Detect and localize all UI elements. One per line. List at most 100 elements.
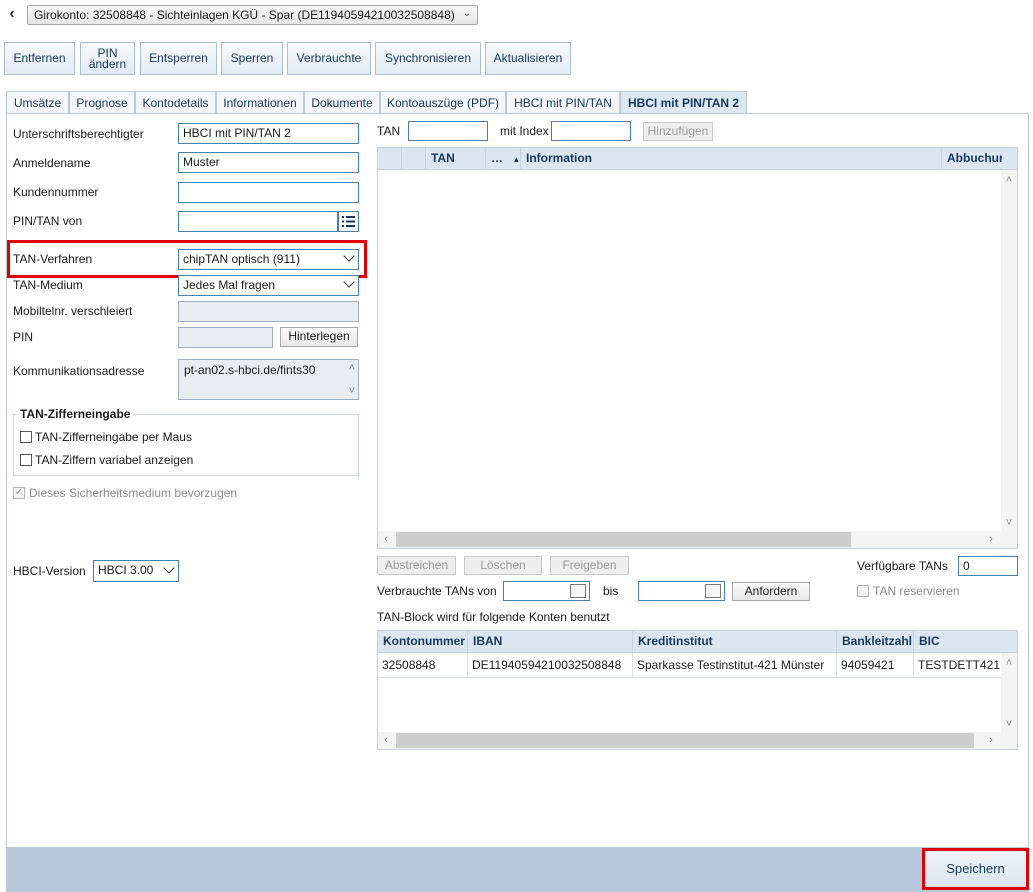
col-information[interactable]: Information (521, 148, 942, 170)
bis-label: bis (603, 584, 619, 598)
tab-informationen[interactable]: Informationen (216, 91, 304, 114)
calendar-icon[interactable] (705, 584, 721, 598)
col-select (378, 148, 402, 170)
komm-value: pt-an02.s-hbci.de/fints30 (184, 363, 316, 377)
tab-kontoauszuege[interactable]: Kontoauszüge (PDF) (380, 91, 506, 114)
tab-hbci-pintan-2[interactable]: HBCI mit PIN/TAN 2 (620, 91, 747, 114)
back-button[interactable]: ‹ (4, 5, 20, 23)
scroll-left-icon[interactable]: ‹ (380, 533, 392, 545)
account-select[interactable]: Girokonto: 32508848 - Sichteinlagen KGÜ … (27, 5, 478, 25)
chevron-down-icon (163, 562, 175, 574)
col-iban[interactable]: IBAN (468, 631, 633, 653)
abstreichen-button[interactable]: Abstreichen (377, 556, 456, 575)
bis-date-input[interactable] (638, 581, 725, 601)
hinzufuegen-button[interactable]: Hinzufügen (643, 122, 713, 141)
mobil-label: Mobiltelnr. verschleiert (13, 304, 133, 318)
hbci-version-select[interactable]: HBCI 3.00 (93, 560, 179, 582)
tan-medium-select[interactable]: Jedes Mal fragen (178, 275, 359, 296)
list-icon[interactable] (338, 211, 359, 232)
tan-verfahren-value: chipTAN optisch (911) (183, 252, 300, 266)
loeschen-button[interactable]: Löschen (464, 556, 542, 575)
scroll-right-icon[interactable]: › (985, 734, 997, 746)
scroll-left-icon[interactable]: ‹ (380, 734, 392, 746)
komm-textarea: pt-an02.s-hbci.de/fints30 ˄ ˅ (178, 359, 359, 400)
konten-hscroll[interactable]: ‹ › (378, 732, 1017, 749)
tab-kontodetails[interactable]: Kontodetails (135, 91, 216, 114)
save-button[interactable]: Speichern (922, 848, 1029, 890)
pin-label: PIN (13, 330, 34, 344)
tan-grid[interactable]: TAN … ▲ Information Abbuchur ˄ ˅ ‹ › (377, 147, 1018, 549)
col-marker (402, 148, 426, 170)
mobil-input (178, 301, 359, 322)
cb-maus-checkbox[interactable] (20, 431, 32, 443)
kundennummer-input[interactable] (178, 182, 359, 203)
verbraucht-von-label: Verbrauchte TANs von (377, 584, 497, 598)
tab-prognose[interactable]: Prognose (69, 91, 135, 114)
chevron-down-icon (343, 250, 355, 262)
scroll-down-icon[interactable]: ˅ (1001, 718, 1017, 730)
scroll-up-icon[interactable]: ˄ (1001, 657, 1017, 669)
anmeldename-input[interactable]: Muster (178, 152, 359, 173)
tan-input[interactable] (408, 121, 488, 141)
tab-dokumente[interactable]: Dokumente (304, 91, 380, 114)
verfuegbar-input[interactable]: 0 (958, 556, 1018, 576)
col-index-label: … (491, 151, 503, 165)
col-kreditinstitut[interactable]: Kreditinstitut (633, 631, 837, 653)
cb-maus-label: TAN-Zifferneingabe per Maus (35, 430, 192, 444)
cell-iban: DE11940594210032508848 (468, 653, 633, 677)
tan-medium-label: TAN-Medium (13, 278, 83, 292)
anmeldename-label: Anmeldename (13, 156, 91, 170)
scroll-down-icon: ˅ (348, 385, 355, 397)
anfordern-button[interactable]: Anfordern (732, 582, 810, 601)
hinterlegen-button[interactable]: Hinterlegen (280, 327, 358, 347)
entfernen-button[interactable]: Entfernen (4, 42, 75, 75)
cell-kontonummer: 32508848 (378, 653, 468, 677)
cb-variabel-checkbox[interactable] (20, 454, 32, 466)
tan-grid-hscroll-thumb[interactable] (396, 532, 851, 547)
scroll-down-icon[interactable]: ˅ (1001, 517, 1017, 529)
unterschrift-input[interactable]: HBCI mit PIN/TAN 2 (178, 123, 359, 144)
entsperren-button[interactable]: Entsperren (140, 42, 217, 75)
tan-grid-vscroll[interactable]: ˄ ˅ (1001, 170, 1017, 531)
col-kontonummer[interactable]: Kontonummer (378, 631, 468, 653)
tab-umsaetze[interactable]: Umsätze (6, 91, 69, 114)
cb-bevorzugen-label: Dieses Sicherheitsmedium bevorzugen (29, 486, 238, 500)
chevron-down-icon: ⌄ (462, 8, 471, 19)
col-tan[interactable]: TAN (426, 148, 486, 170)
hbci-version-value: HBCI 3.00 (98, 563, 154, 577)
scroll-right-icon[interactable]: › (985, 533, 997, 545)
pin-aendern-button[interactable]: PIN ändern (80, 42, 135, 75)
cell-bic: TESTDETT421 (918, 658, 1001, 672)
reservieren-label: TAN reservieren (873, 584, 960, 598)
tan-grid-hscroll[interactable]: ‹ › (378, 531, 1017, 548)
aktualisieren-button[interactable]: Aktualisieren (485, 42, 571, 75)
index-input[interactable] (551, 121, 631, 141)
konten-table[interactable]: Kontonummer IBAN Kreditinstitut Bankleit… (377, 630, 1018, 750)
account-select-value: Girokonto: 32508848 - Sichteinlagen KGÜ … (34, 8, 455, 22)
freigeben-button[interactable]: Freigeben (550, 556, 629, 575)
pintan-von-label: PIN/TAN von (13, 214, 83, 228)
konten-hscroll-thumb[interactable] (396, 733, 974, 748)
calendar-icon[interactable] (570, 584, 586, 598)
unterschrift-label: Unterschriftsberechtigter (13, 127, 144, 141)
tan-block-label: TAN-Block wird für folgende Konten benut… (377, 610, 610, 624)
von-date-input[interactable] (503, 581, 590, 601)
verbrauchte-button[interactable]: Verbrauchte (287, 42, 371, 75)
col-bankleitzahl[interactable]: Bankleitzahl (837, 631, 914, 653)
tan-verfahren-select[interactable]: chipTAN optisch (911) (178, 249, 359, 270)
col-index[interactable]: … ▲ (486, 148, 521, 170)
tan-medium-value: Jedes Mal fragen (183, 278, 276, 292)
cb-bevorzugen-checkbox: ✓ (13, 487, 25, 499)
sperren-button[interactable]: Sperren (221, 42, 283, 75)
cb-variabel-label: TAN-Ziffern variabel anzeigen (35, 453, 194, 467)
synchronisieren-button[interactable]: Synchronisieren (375, 42, 481, 75)
konten-vscroll[interactable]: ˄ ˅ (1001, 653, 1017, 732)
scroll-up-icon[interactable]: ˄ (1001, 174, 1017, 186)
col-bic[interactable]: BIC (914, 631, 1001, 653)
table-row[interactable]: 32508848 DE11940594210032508848 Sparkass… (378, 653, 1001, 678)
tab-hbci-pintan[interactable]: HBCI mit PIN/TAN (506, 91, 620, 114)
footer-bar (6, 847, 1029, 892)
col-abbuchung[interactable]: Abbuchur (942, 148, 1002, 170)
cell-bankleitzahl: 94059421 (837, 653, 914, 677)
pintan-von-input[interactable] (178, 211, 338, 232)
